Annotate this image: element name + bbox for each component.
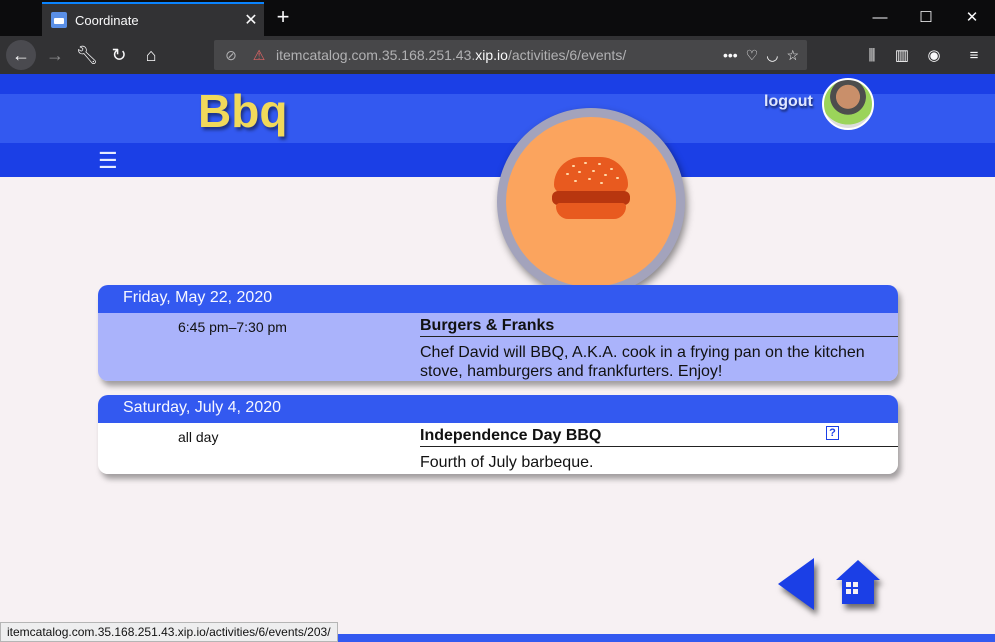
- close-tab-icon[interactable]: ✕: [238, 10, 264, 30]
- back-arrow-icon[interactable]: [778, 558, 814, 610]
- page-actions-icon[interactable]: •••: [723, 47, 738, 64]
- page-content: Bbq logout ☰ Friday, May 22, 2020 6:45 p…: [0, 74, 995, 642]
- lightbulb-icon[interactable]: ♡: [746, 47, 759, 64]
- logout-link[interactable]: logout: [764, 93, 813, 111]
- close-window-button[interactable]: ✕: [949, 0, 995, 34]
- day-card: Friday, May 22, 2020 6:45 pm–7:30 pm Bur…: [98, 285, 898, 381]
- header-nav-band: [0, 143, 995, 177]
- tracking-protection-icon[interactable]: ⊘: [220, 47, 242, 64]
- home-icon[interactable]: [834, 558, 882, 606]
- wrench-icon[interactable]: 🔧︎: [72, 40, 102, 70]
- tab-title: Coordinate: [75, 12, 139, 28]
- help-icon[interactable]: ?: [826, 426, 839, 440]
- maximize-window-button[interactable]: ☐: [903, 0, 949, 34]
- reload-button[interactable]: ↻: [104, 40, 134, 70]
- event-title[interactable]: Burgers & Franks: [420, 317, 898, 337]
- event-row[interactable]: all day Independence Day BBQ ? Fourth of…: [98, 423, 898, 474]
- bookmark-star-icon[interactable]: ☆: [786, 47, 799, 64]
- footer-band: [330, 634, 995, 642]
- forward-button[interactable]: →: [40, 40, 70, 70]
- home-button[interactable]: ⌂: [136, 40, 166, 70]
- back-button[interactable]: ←: [6, 40, 36, 70]
- hamburger-menu-icon[interactable]: ☰: [98, 148, 118, 174]
- day-card: Saturday, July 4, 2020 all day Independe…: [98, 395, 898, 474]
- event-time: 6:45 pm–7:30 pm: [178, 319, 287, 335]
- sidebar-icon[interactable]: ▥: [888, 40, 916, 70]
- library-icon[interactable]: ⫼: [858, 40, 886, 70]
- url-text[interactable]: itemcatalog.com.35.168.251.43.xip.io/act…: [276, 47, 723, 63]
- event-description: Fourth of July barbeque.: [420, 454, 594, 471]
- browser-tab[interactable]: Coordinate ✕: [42, 2, 264, 36]
- browser-tab-bar: Coordinate ✕ + — ☐ ✕: [0, 0, 995, 36]
- page-title: Bbq: [198, 85, 288, 137]
- pocket-icon[interactable]: ◡: [766, 47, 778, 64]
- insecure-connection-icon[interactable]: ⚠: [248, 47, 270, 64]
- burger-icon: [506, 117, 676, 287]
- event-time: all day: [178, 429, 219, 445]
- status-bar-url: itemcatalog.com.35.168.251.43.xip.io/act…: [0, 622, 338, 642]
- activity-logo: [497, 108, 685, 296]
- day-date: Saturday, July 4, 2020: [98, 395, 898, 423]
- event-description: Chef David will BBQ, A.K.A. cook in a fr…: [420, 344, 865, 380]
- new-tab-button[interactable]: +: [270, 4, 296, 30]
- url-bar[interactable]: ⊘ ⚠ itemcatalog.com.35.168.251.43.xip.io…: [214, 40, 807, 70]
- day-date: Friday, May 22, 2020: [98, 285, 898, 313]
- site-favicon-icon: [51, 12, 67, 28]
- event-row[interactable]: 6:45 pm–7:30 pm Burgers & Franks Chef Da…: [98, 313, 898, 381]
- browser-navigation-bar: ← → 🔧︎ ↻ ⌂ ⊘ ⚠ itemcatalog.com.35.168.25…: [0, 36, 995, 74]
- avatar[interactable]: [822, 78, 874, 130]
- menu-icon[interactable]: ≡: [960, 40, 988, 70]
- account-icon[interactable]: ◉: [920, 40, 948, 70]
- minimize-window-button[interactable]: —: [857, 0, 903, 34]
